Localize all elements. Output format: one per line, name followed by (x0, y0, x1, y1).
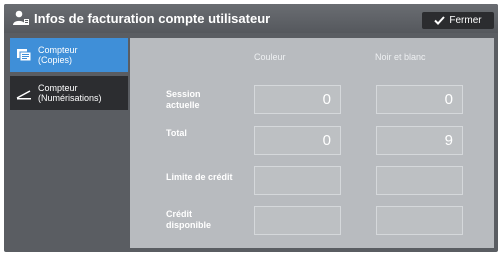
sidebar-item-scan-counter[interactable]: Compteur (Numérisations) (10, 76, 128, 110)
credit-limit-color-field (254, 166, 341, 195)
credit-limit-bw-field (376, 166, 463, 195)
row-label-line1: Crédit (166, 209, 193, 219)
row-label-line1: Session (166, 89, 201, 99)
check-icon (434, 16, 446, 25)
sidebar-item-label: Compteur (Copies) (38, 45, 78, 65)
sidebar: Compteur (Copies) Compteur (Numérisation… (10, 38, 128, 250)
current-session-bw-field: 0 (376, 85, 463, 114)
row-label-total: Total (166, 128, 187, 139)
sidebar-item-copy-counter[interactable]: Compteur (Copies) (10, 38, 128, 72)
sidebar-item-label-line2: (Copies) (38, 55, 73, 65)
copy-counter-icon (17, 49, 32, 62)
total-bw-field: 9 (376, 126, 463, 155)
close-button[interactable]: Fermer (422, 12, 494, 29)
row-label-line2: disponible (166, 220, 211, 230)
row-label-line1: Limite de crédit (166, 172, 233, 182)
sidebar-item-label-line1: Compteur (38, 83, 78, 93)
scan-counter-icon (16, 90, 31, 100)
column-header-bw: Noir et blanc (375, 52, 426, 62)
dialog-title: Infos de facturation compte utilisateur (34, 11, 271, 26)
row-label-available-credit: Crédit disponible (166, 209, 211, 231)
sidebar-item-label-line2: (Numérisations) (38, 93, 102, 103)
column-header-color: Couleur (254, 52, 286, 62)
user-icon (13, 10, 29, 25)
available-credit-color-field (254, 206, 341, 235)
sidebar-item-label-line1: Compteur (38, 45, 78, 55)
row-label-line1: Total (166, 128, 187, 138)
sidebar-item-label: Compteur (Numérisations) (38, 83, 102, 103)
current-session-color-field: 0 (254, 85, 341, 114)
row-label-credit-limit: Limite de crédit (166, 172, 233, 183)
billing-info-content: Couleur Noir et blanc Session actuelle 0… (130, 38, 494, 248)
row-label-current-session: Session actuelle (166, 89, 201, 111)
row-label-line2: actuelle (166, 100, 200, 110)
available-credit-bw-field (376, 206, 463, 235)
title-bar: Infos de facturation compte utilisateur … (4, 4, 498, 33)
close-button-label: Fermer (449, 15, 482, 26)
total-color-field: 0 (254, 126, 341, 155)
